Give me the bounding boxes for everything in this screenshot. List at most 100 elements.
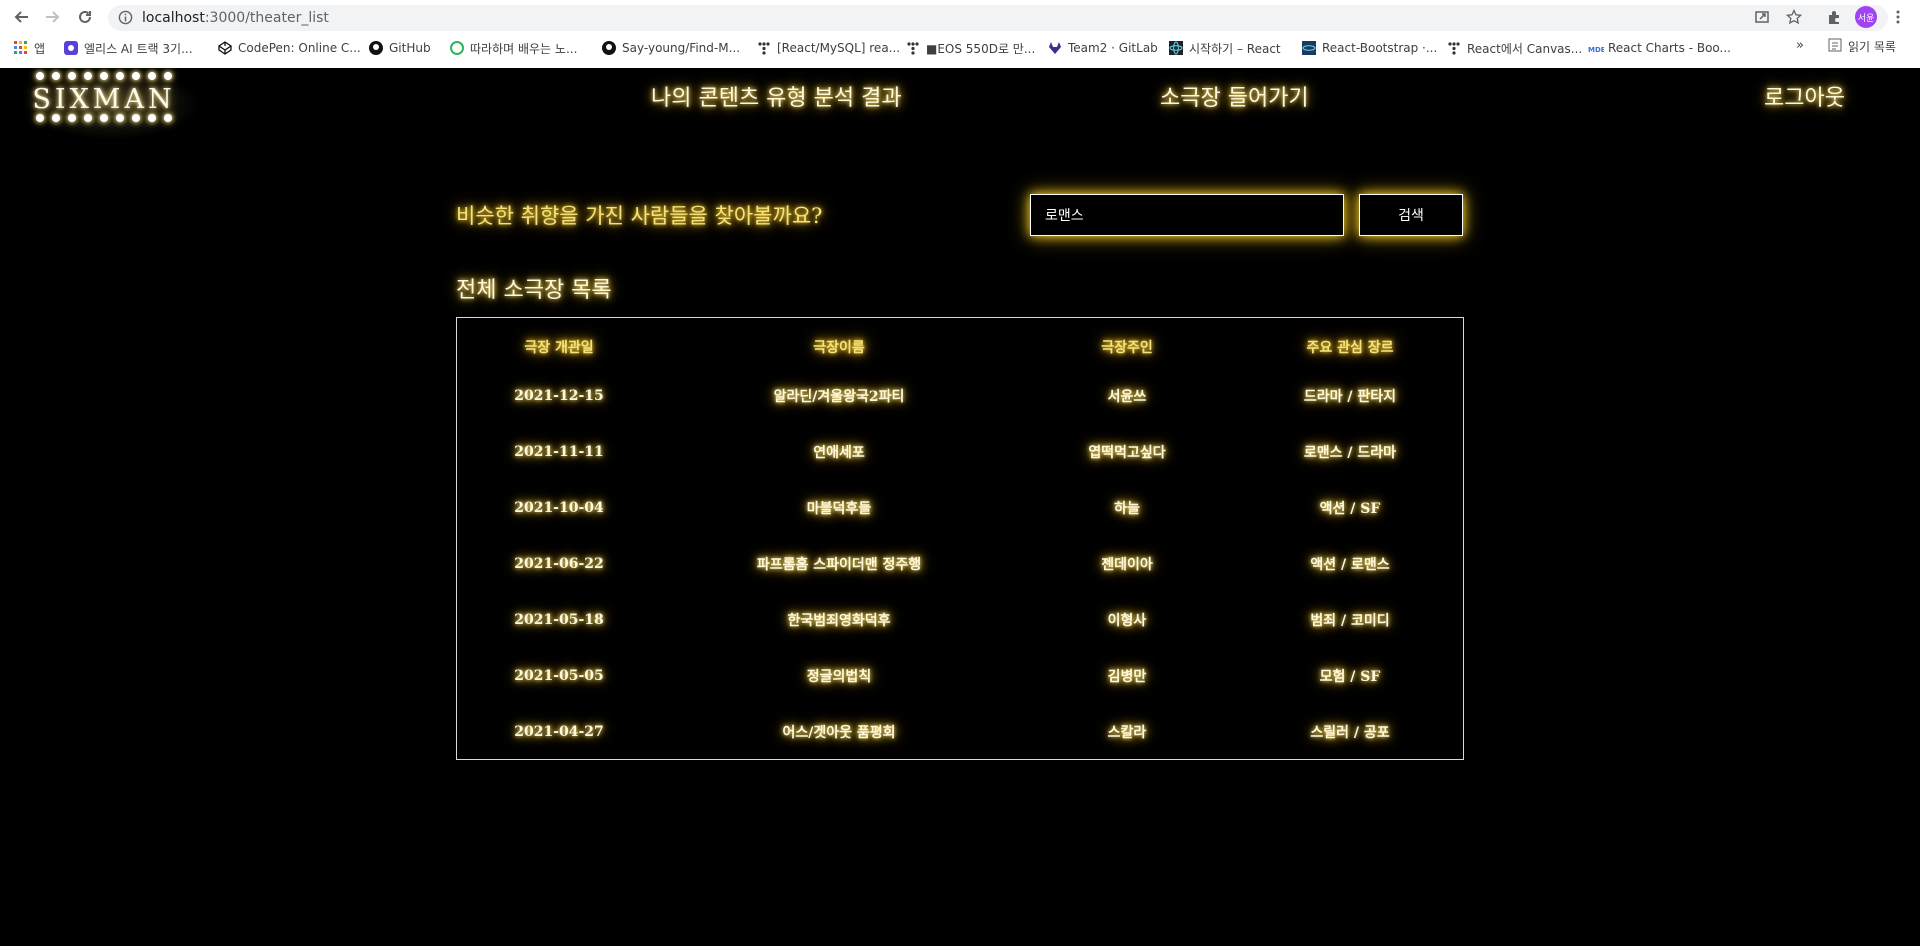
- bookmark-item[interactable]: MDB React Charts - Boo...: [1588, 38, 1731, 58]
- codepen-icon: [218, 41, 232, 55]
- cell-open-date: 2021-05-18: [514, 612, 604, 628]
- marquee-light: [164, 72, 172, 80]
- cell-theater-name[interactable]: 어스/겟아웃 품평회: [661, 704, 1017, 760]
- theater-table-container: 극장 개관일 극장이름 극장주인 주요 관심 장르 2021-12-15 알라딘…: [456, 317, 1464, 760]
- react-icon: [1169, 41, 1183, 55]
- marquee-light: [68, 72, 76, 80]
- cell-owner: 젠데이아: [1101, 557, 1153, 573]
- column-header-theater-name: 극장이름: [813, 340, 865, 356]
- cell-genre: 로맨스 / 드라마: [1303, 445, 1397, 461]
- cell-owner: 이형사: [1107, 613, 1147, 629]
- marquee-light: [132, 72, 140, 80]
- browser-chrome: localhost:3000/theater_list 서윤 앱 엘리스 AI …: [0, 0, 1920, 68]
- bookmark-label: ■EOS 550D로 만...: [926, 41, 1036, 56]
- github-icon: [369, 41, 383, 55]
- cell-theater-name[interactable]: 한국범죄영화덕후: [661, 592, 1017, 648]
- profile-avatar[interactable]: 서윤: [1855, 6, 1877, 28]
- browser-toolbar: localhost:3000/theater_list 서윤: [0, 0, 1920, 34]
- cell-owner: 김병만: [1107, 669, 1147, 685]
- table-row[interactable]: 2021-10-04 마블덕후들 하늘 액션 / SF: [457, 480, 1463, 536]
- sixman-logo[interactable]: SIXMAN: [22, 68, 202, 140]
- forward-icon[interactable]: [40, 5, 64, 29]
- marquee-light: [100, 114, 108, 122]
- cell-open-date: 2021-06-22: [514, 556, 604, 572]
- bookmarks-bar: 앱 엘리스 AI 트랙 3기... CodePen: Online C... G…: [0, 36, 1920, 60]
- marquee-light: [52, 72, 60, 80]
- bookmarks-overflow-button[interactable]: »: [1796, 38, 1804, 53]
- site-info-icon[interactable]: [118, 10, 133, 29]
- bookmark-item[interactable]: [React/MySQL] rea...: [757, 38, 900, 58]
- bookmark-label: React-Bootstrap ·...: [1322, 41, 1438, 55]
- table-row[interactable]: 2021-04-27 어스/겟아웃 품평회 스칼라 스릴러 / 공포: [457, 704, 1463, 760]
- bookmark-label: 시작하기 – React: [1189, 41, 1281, 56]
- marquee-light: [148, 114, 156, 122]
- marquee-light: [164, 114, 172, 122]
- cell-open-date: 2021-04-27: [514, 724, 604, 740]
- cell-theater-name[interactable]: 파프롬홈 스파이더맨 정주행: [661, 536, 1017, 592]
- reading-list-icon: [1828, 38, 1842, 55]
- cell-open-date: 2021-10-04: [514, 500, 604, 516]
- cell-genre: 모험 / SF: [1319, 669, 1381, 685]
- nav-analysis-result[interactable]: 나의 콘텐츠 유형 분석 결과: [651, 80, 902, 112]
- genre-search-input[interactable]: [1030, 194, 1344, 236]
- reload-icon[interactable]: [73, 5, 97, 29]
- extensions-icon[interactable]: [1822, 5, 1846, 29]
- cell-open-date: 2021-05-05: [514, 668, 604, 684]
- marquee-light: [116, 72, 124, 80]
- logo-marquee-lights-top: [36, 72, 172, 80]
- bookmark-label: 앱: [34, 41, 46, 56]
- bookmark-item[interactable]: ■EOS 550D로 만...: [906, 38, 1035, 58]
- column-header-owner: 극장주인: [1101, 340, 1153, 356]
- tistory-icon: [906, 41, 920, 55]
- back-icon[interactable]: [10, 5, 34, 29]
- cell-genre: 스릴러 / 공포: [1310, 725, 1390, 741]
- url-host: localhost: [142, 10, 205, 26]
- table-row[interactable]: 2021-06-22 파프롬홈 스파이더맨 정주행 젠데이아 액션 / 로맨스: [457, 536, 1463, 592]
- bookmark-item[interactable]: 시작하기 – React: [1169, 38, 1281, 58]
- address-bar[interactable]: localhost:3000/theater_list: [108, 5, 1888, 31]
- url-path: :3000/theater_list: [204, 10, 329, 26]
- apps-grid-icon: [14, 41, 28, 55]
- bookmark-star-icon[interactable]: [1782, 5, 1806, 29]
- bookmark-label: Say-young/Find-M...: [622, 41, 741, 55]
- bookmark-item[interactable]: 따라하며 배우는 노...: [450, 38, 577, 58]
- cell-theater-name[interactable]: 알라딘/겨울왕국2파티: [661, 368, 1017, 424]
- cell-genre: 액션 / 로맨스: [1310, 557, 1390, 573]
- cell-owner: 엽떡먹고싶다: [1088, 445, 1166, 461]
- table-row[interactable]: 2021-05-05 정글의법칙 김병만 모험 / SF: [457, 648, 1463, 704]
- bookmark-item[interactable]: React에서 Canvas...: [1447, 38, 1582, 58]
- menu-kebab-icon[interactable]: [1886, 5, 1910, 29]
- bookmark-label: CodePen: Online C...: [238, 41, 361, 55]
- table-row[interactable]: 2021-11-11 연애세포 엽떡먹고싶다 로맨스 / 드라마: [457, 424, 1463, 480]
- reading-list-button[interactable]: 읽기 목록: [1828, 38, 1896, 55]
- bookmark-item[interactable]: React-Bootstrap ·...: [1302, 38, 1437, 58]
- reading-list-label: 읽기 목록: [1848, 40, 1896, 54]
- cell-theater-name[interactable]: 연애세포: [661, 424, 1017, 480]
- table-row[interactable]: 2021-05-18 한국범죄영화덕후 이형사 범죄 / 코미디: [457, 592, 1463, 648]
- cell-theater-name[interactable]: 마블덕후들: [661, 480, 1017, 536]
- bookmark-item[interactable]: CodePen: Online C...: [218, 38, 361, 58]
- marquee-light: [84, 72, 92, 80]
- bookmark-item[interactable]: Say-young/Find-M...: [602, 38, 740, 58]
- bookmark-item[interactable]: 엘리스 AI 트랙 3기...: [64, 38, 193, 58]
- column-header-genre: 주요 관심 장르: [1306, 340, 1394, 356]
- share-icon[interactable]: [1750, 5, 1774, 29]
- nav-enter-theater[interactable]: 소극장 들어가기: [1160, 80, 1309, 112]
- cell-owner: 스칼라: [1107, 725, 1147, 741]
- nav-logout[interactable]: 로그아웃: [1764, 80, 1845, 112]
- bookmark-label: React Charts - Boo...: [1608, 41, 1731, 55]
- search-button[interactable]: 검색: [1359, 194, 1463, 236]
- table-row[interactable]: 2021-12-15 알라딘/겨울왕국2파티 서윤쓰 드라마 / 판타지: [457, 368, 1463, 424]
- bookmark-item[interactable]: 앱: [14, 38, 45, 58]
- bookmark-item[interactable]: Team2 · GitLab: [1048, 38, 1158, 58]
- marquee-light: [52, 114, 60, 122]
- svg-text:MDB: MDB: [1588, 46, 1604, 54]
- cell-open-date: 2021-12-15: [514, 388, 604, 404]
- cell-theater-name[interactable]: 정글의법칙: [661, 648, 1017, 704]
- bookmark-item[interactable]: GitHub: [369, 38, 431, 58]
- logo-text: SIXMAN: [32, 84, 176, 115]
- cell-genre: 범죄 / 코미디: [1310, 613, 1390, 629]
- url-text: localhost:3000/theater_list: [142, 10, 329, 26]
- cell-open-date: 2021-11-11: [514, 444, 604, 460]
- marquee-light: [68, 114, 76, 122]
